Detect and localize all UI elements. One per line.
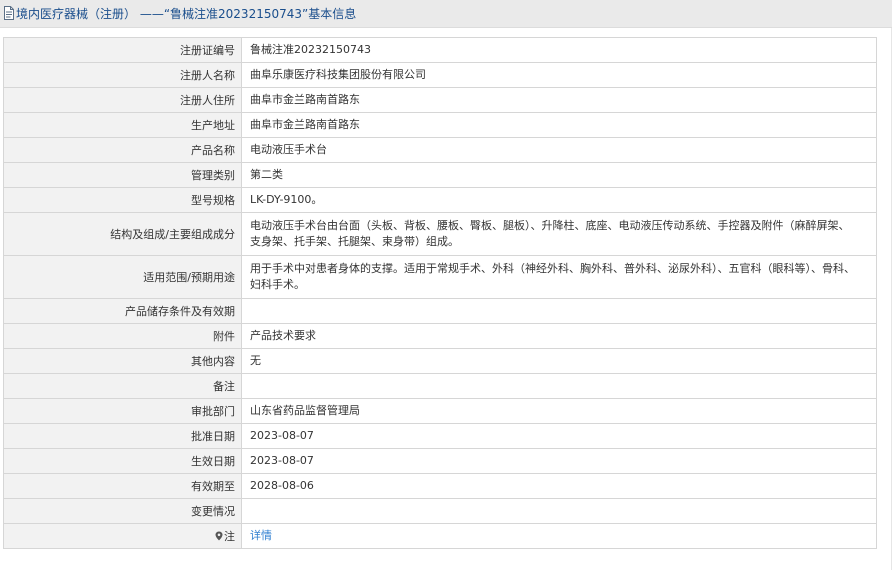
field-label: 型号规格 — [3, 187, 242, 213]
field-value: 曲阜市金兰路南首路东 — [241, 87, 877, 113]
table-row: 注册证编号 鲁械注准20232150743 — [3, 37, 877, 63]
document-icon — [3, 5, 15, 20]
field-label: 适用范围/预期用途 — [3, 255, 242, 299]
details-link[interactable]: 详情 — [250, 529, 272, 542]
field-value — [241, 498, 877, 524]
table-row: 产品名称 电动液压手术台 — [3, 137, 877, 163]
field-value: 第二类 — [241, 162, 877, 188]
field-label: 附件 — [3, 323, 242, 349]
field-value: 曲阜乐康医疗科技集团股份有限公司 — [241, 62, 877, 88]
table-row: 批准日期 2023-08-07 — [3, 423, 877, 449]
field-value: 2023-08-07 — [241, 448, 877, 474]
field-value: 无 — [241, 348, 877, 374]
table-row: 备注 — [3, 373, 877, 399]
field-label: 产品储存条件及有效期 — [3, 298, 242, 324]
field-value: 电动液压手术台由台面（头板、背板、腰板、臀板、腿板）、升降柱、底座、电动液压传动… — [241, 212, 877, 256]
field-label: 生产地址 — [3, 112, 242, 138]
field-label: 注册人名称 — [3, 62, 242, 88]
field-label: 产品名称 — [3, 137, 242, 163]
table-row: 注册人住所 曲阜市金兰路南首路东 — [3, 87, 877, 113]
table-row: 附件 产品技术要求 — [3, 323, 877, 349]
field-value — [241, 298, 877, 324]
field-label: 审批部门 — [3, 398, 242, 424]
table-row: 管理类别 第二类 — [3, 162, 877, 188]
field-label: 其他内容 — [3, 348, 242, 374]
field-value: LK-DY-9100。 — [241, 187, 877, 213]
table-row: 适用范围/预期用途 用于手术中对患者身体的支撑。适用于常规手术、外科（神经外科、… — [3, 255, 877, 299]
table-row: 变更情况 — [3, 498, 877, 524]
field-label: 管理类别 — [3, 162, 242, 188]
field-label: 批准日期 — [3, 423, 242, 449]
table-row: 其他内容 无 — [3, 348, 877, 374]
field-value: 电动液压手术台 — [241, 137, 877, 163]
field-value: 山东省药品监督管理局 — [241, 398, 877, 424]
table-row: 生效日期 2023-08-07 — [3, 448, 877, 474]
table-row: 审批部门 山东省药品监督管理局 — [3, 398, 877, 424]
map-pin-icon — [215, 531, 223, 541]
page-title: 境内医疗器械（注册） ——“鲁械注准20232150743”基本信息 — [16, 7, 357, 21]
table-row: 型号规格 LK-DY-9100。 — [3, 187, 877, 213]
note-label: 注 — [224, 530, 235, 543]
note-row: 注 详情 — [3, 523, 877, 549]
field-value: 曲阜市金兰路南首路东 — [241, 112, 877, 138]
field-value — [241, 373, 877, 399]
table-row: 生产地址 曲阜市金兰路南首路东 — [3, 112, 877, 138]
field-label: 注册人住所 — [3, 87, 242, 113]
field-value: 鲁械注准20232150743 — [241, 37, 877, 63]
field-value: 2023-08-07 — [241, 423, 877, 449]
basic-info-table: 注册证编号 鲁械注准20232150743 注册人名称 曲阜乐康医疗科技集团股份… — [3, 37, 877, 549]
field-label: 注册证编号 — [3, 37, 242, 63]
field-value: 用于手术中对患者身体的支撑。适用于常规手术、外科（神经外科、胸外科、普外科、泌尿… — [241, 255, 877, 299]
note-label-cell: 注 — [3, 523, 242, 549]
field-label: 生效日期 — [3, 448, 242, 474]
field-value: 产品技术要求 — [241, 323, 877, 349]
table-row: 注册人名称 曲阜乐康医疗科技集团股份有限公司 — [3, 62, 877, 88]
page-header: 境内医疗器械（注册） ——“鲁械注准20232150743”基本信息 — [0, 0, 892, 28]
field-value: 2028-08-06 — [241, 473, 877, 499]
field-label: 结构及组成/主要组成成分 — [3, 212, 242, 256]
table-row: 结构及组成/主要组成成分 电动液压手术台由台面（头板、背板、腰板、臀板、腿板）、… — [3, 212, 877, 256]
field-label: 有效期至 — [3, 473, 242, 499]
table-row: 产品储存条件及有效期 — [3, 298, 877, 324]
table-row: 有效期至 2028-08-06 — [3, 473, 877, 499]
field-label: 变更情况 — [3, 498, 242, 524]
field-label: 备注 — [3, 373, 242, 399]
note-value-cell: 详情 — [241, 523, 877, 549]
